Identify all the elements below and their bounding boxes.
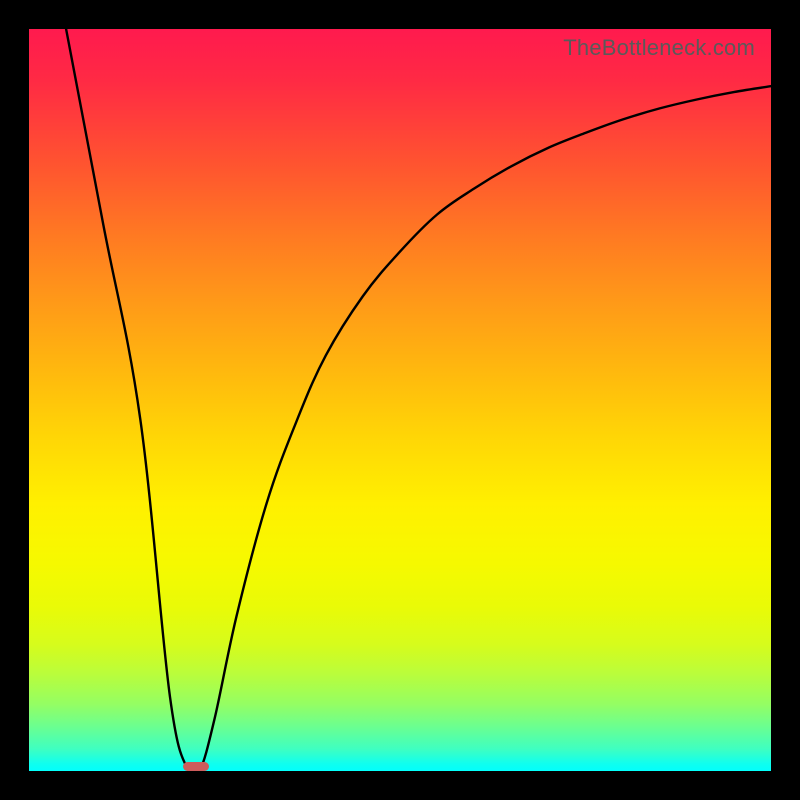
plot-area: TheBottleneck.com xyxy=(29,29,771,771)
optimal-point-marker xyxy=(183,762,210,772)
chart-svg xyxy=(29,29,771,771)
bottleneck-curve xyxy=(66,29,771,771)
chart-frame: TheBottleneck.com xyxy=(0,0,800,800)
